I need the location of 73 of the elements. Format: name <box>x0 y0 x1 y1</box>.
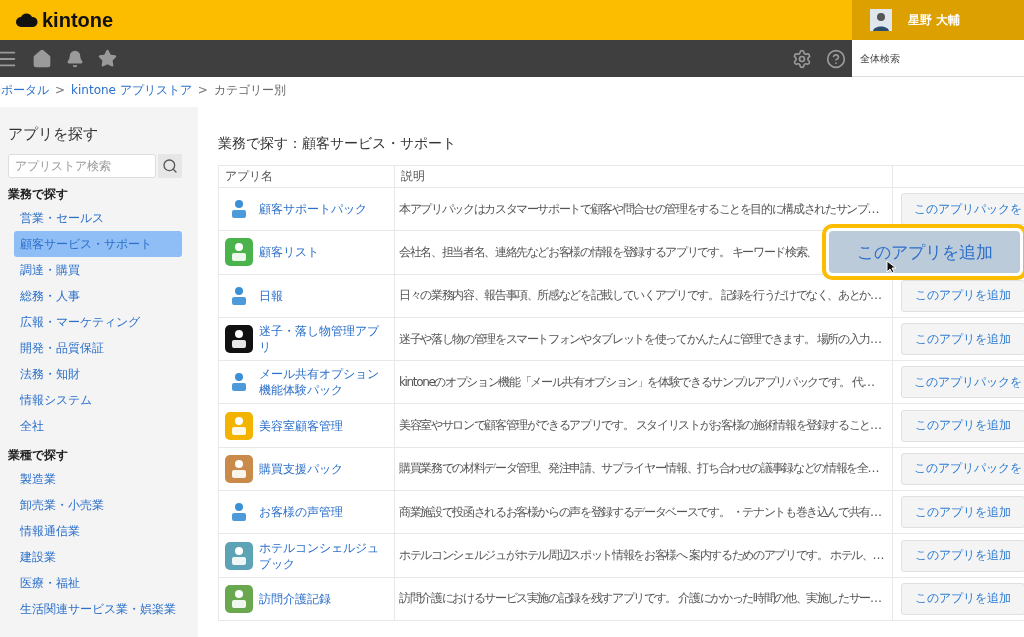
sidebar-item[interactable]: 広報・マーケティング <box>14 309 182 335</box>
sidebar-item[interactable]: 建設業 <box>14 544 182 570</box>
add-app-button[interactable]: このアプリを追加 <box>901 496 1024 529</box>
sidebar-item[interactable]: 開発・品質保証 <box>14 335 182 361</box>
app-name-link[interactable]: 顧客サポートパック <box>259 201 367 218</box>
app-icon <box>225 411 253 440</box>
description: 迷子や落し物の管理をスマートフォンやタブレットを使ってかんたんに管理できます。 場所の入力… <box>399 330 881 348</box>
sidebar-item[interactable]: 卸売業・小売業 <box>14 492 182 518</box>
app-icon <box>225 238 253 267</box>
sidebar-item[interactable]: 医療・福祉 <box>14 570 182 596</box>
sidebar-item[interactable]: 法務・知財 <box>14 361 182 387</box>
app-name-link[interactable]: メール共有オプション機能体験パック <box>259 366 388 399</box>
description: 会社名、担当者名、連絡先などお客様の情報を登録するアプリです。 キーワード検索、 <box>399 243 817 261</box>
app-icon <box>225 454 253 483</box>
breadcrumb-link[interactable]: kintone アプリストア <box>71 81 192 99</box>
app-name-link[interactable]: 日報 <box>259 287 283 304</box>
add-app-button[interactable]: このアプリを追加 <box>901 279 1024 312</box>
search-field[interactable]: アプリストア検索 <box>8 154 156 178</box>
app-name-link[interactable]: 顧客リスト <box>259 244 319 261</box>
breadcrumb-separator: > <box>197 83 208 97</box>
add-app-button[interactable]: このアプリパックを <box>901 366 1024 399</box>
app-name-link[interactable]: ホテルコンシェルジュブック <box>259 539 388 572</box>
logo: kintone <box>42 8 114 32</box>
page-title: 業務で探す：顧客サービス・サポート <box>218 135 457 153</box>
global-search-field[interactable]: 全体検索 <box>852 40 1024 77</box>
app-name-link[interactable]: 迷子・落し物管理アプリ <box>259 323 388 356</box>
sidebar-item[interactable]: 調達・購買 <box>14 257 182 283</box>
add-app-button[interactable]: このアプリパックを <box>901 193 1024 226</box>
add-app-button[interactable]: このアプリを追加 <box>901 409 1024 442</box>
app-icon <box>225 541 253 570</box>
avatar <box>870 9 892 31</box>
bell-icon[interactable] <box>66 49 84 68</box>
help-icon[interactable] <box>826 48 846 69</box>
add-app-button[interactable]: このアプリを追加 <box>901 539 1024 572</box>
section-heading: 業種で探す <box>8 447 69 464</box>
sidebar-item[interactable]: 製造業 <box>14 466 182 492</box>
sidebar-item[interactable]: 情報通信業 <box>14 518 182 544</box>
section-heading: 業務で探す <box>8 186 69 203</box>
add-app-button[interactable]: このアプリを追加 <box>901 323 1024 356</box>
home-icon[interactable] <box>32 48 52 69</box>
star-icon[interactable] <box>98 49 117 68</box>
description: ホテルコンシェルジュがホテル周辺スポット情報をお客様へ 案内するためのアプリです。 ホテル、… <box>399 547 884 564</box>
column-header: 説明 <box>395 166 893 188</box>
add-app-button[interactable]: このアプリを追加 <box>829 231 1020 273</box>
column-header: アプリ名 <box>219 166 395 188</box>
cursor-icon <box>886 260 896 274</box>
sidebar-item[interactable]: 総務・人事 <box>14 283 182 309</box>
description: kintoneのオプション機能「メール共有オプション」を体験できるサンプルアプリパックです。 代… <box>399 373 874 391</box>
category-text[interactable]: カテゴリー別 <box>213 81 286 99</box>
settings-icon[interactable] <box>792 48 812 69</box>
app-name-link[interactable]: 美容室顧客管理 <box>259 417 343 434</box>
description: 本アプリパックはカスタマーサポートで顧客や問合せの管理をすることを目的に構成されたサンプ… <box>399 200 879 218</box>
description: 日々の業務内容、報告事項、所感などを記載していくアプリです。 記録を行うだけでなく、あとか… <box>399 287 881 305</box>
cloud-icon <box>16 12 38 28</box>
app-icon <box>225 325 253 354</box>
sidebar-title: アプリを探す <box>8 125 99 144</box>
app-name-link[interactable]: 訪問介護記録 <box>259 590 331 607</box>
sidebar-item[interactable]: 生活関連サービス業・娯楽業 <box>14 596 182 622</box>
add-app-button[interactable]: このアプリを追加 <box>901 582 1024 615</box>
description: 美容室やサロンで顧客管理ができるアプリです。 スタイリストがお客様の施術情報を登録すること… <box>399 417 881 435</box>
description: 購買業務での材料データ管理、発注申請、サプライヤー情報、打ち合わせの議事録などの情報を全… <box>399 460 879 478</box>
sidebar-item[interactable]: 顧客サービス・サポート <box>14 231 182 257</box>
sidebar-item[interactable]: 全社 <box>14 413 182 439</box>
app-name-link[interactable]: 購買支援パック <box>259 460 343 477</box>
breadcrumb-link[interactable]: ポータル <box>1 81 49 99</box>
description: 訪問介護におけるサービス実施の記録を残すアプリです。 介護にかかった時間の他、実施したサー… <box>399 590 881 608</box>
sidebar-item[interactable]: 情報システム <box>14 387 182 413</box>
breadcrumb-separator: > <box>55 83 66 97</box>
sidebar-item[interactable]: 営業・セールス <box>14 205 182 231</box>
description: 商業施設で投函されるお客様からの声を登録するデータベースです。 ・テナントも巻き込んで共有… <box>399 503 881 521</box>
add-app-button[interactable]: このアプリパックを <box>901 452 1024 485</box>
app-name-link[interactable]: お客様の声管理 <box>259 504 343 521</box>
app-icon <box>225 584 253 613</box>
